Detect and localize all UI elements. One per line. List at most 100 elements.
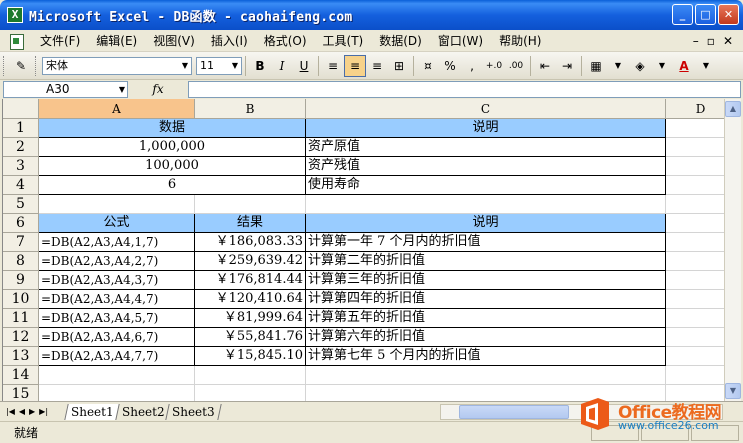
menu-insert[interactable]: 插入(I) xyxy=(203,31,256,51)
desc-cell[interactable]: 计算第五年的折旧值 xyxy=(306,309,666,328)
empty-cell[interactable] xyxy=(306,195,666,214)
result-cell[interactable]: ￥176,814.44 xyxy=(195,271,306,290)
table1-desc-cell[interactable]: 使用寿命 xyxy=(306,176,666,195)
borders-icon[interactable]: ▦ xyxy=(585,55,607,77)
decrease-decimal-button[interactable]: .00 xyxy=(505,55,527,77)
fx-icon[interactable]: fx xyxy=(128,82,188,96)
maximize-button[interactable]: □ xyxy=(695,4,716,25)
increase-decimal-button[interactable]: +.0 xyxy=(483,55,505,77)
empty-cell[interactable] xyxy=(195,366,306,385)
first-sheet-icon[interactable]: |◀ xyxy=(6,407,15,416)
desc-cell[interactable]: 计算第三年的折旧值 xyxy=(306,271,666,290)
result-cell[interactable]: ￥15,845.10 xyxy=(195,347,306,366)
formula-cell[interactable]: =DB(A2,A3,A4,3,7) xyxy=(39,271,195,290)
formula-cell[interactable]: =DB(A2,A3,A4,6,7) xyxy=(39,328,195,347)
sheet-tab-2[interactable]: Sheet2 xyxy=(114,403,171,420)
select-all-corner[interactable] xyxy=(3,99,39,119)
menu-edit[interactable]: 编辑(E) xyxy=(88,31,145,51)
desc-cell[interactable]: 计算第六年的折旧值 xyxy=(306,328,666,347)
menu-format[interactable]: 格式(O) xyxy=(256,31,315,51)
vertical-scrollbar[interactable]: ▲ ▼ xyxy=(724,99,741,401)
table1-header-data[interactable]: 数据 xyxy=(39,119,306,138)
name-box[interactable]: A30 ▼ xyxy=(3,80,128,98)
menu-view[interactable]: 视图(V) xyxy=(145,31,203,51)
result-cell[interactable]: ￥120,410.64 xyxy=(195,290,306,309)
row-header[interactable]: 15 xyxy=(3,385,39,401)
empty-cell[interactable] xyxy=(666,233,724,252)
row-header[interactable]: 13 xyxy=(3,347,39,366)
toolbar-grip-2[interactable] xyxy=(35,55,39,76)
percent-button[interactable]: % xyxy=(439,55,461,77)
minimize-button[interactable]: _ xyxy=(672,4,693,25)
desc-cell[interactable]: 计算第一年 7 个月内的折旧值 xyxy=(306,233,666,252)
empty-cell[interactable] xyxy=(195,385,306,401)
bold-button[interactable]: B xyxy=(249,55,271,77)
font-name-select[interactable]: 宋体 ▼ xyxy=(42,56,192,75)
formula-cell[interactable]: =DB(A2,A3,A4,2,7) xyxy=(39,252,195,271)
result-cell[interactable]: ￥259,639.42 xyxy=(195,252,306,271)
comma-button[interactable]: , xyxy=(461,55,483,77)
menu-data[interactable]: 数据(D) xyxy=(371,31,430,51)
menu-help[interactable]: 帮助(H) xyxy=(491,31,549,51)
empty-cell[interactable] xyxy=(666,214,724,233)
empty-cell[interactable] xyxy=(666,309,724,328)
table2-header-desc[interactable]: 说明 xyxy=(306,214,666,233)
formula-cell[interactable]: =DB(A2,A3,A4,4,7) xyxy=(39,290,195,309)
row-header[interactable]: 12 xyxy=(3,328,39,347)
desc-cell[interactable]: 计算第四年的折旧值 xyxy=(306,290,666,309)
sheet-tab-3[interactable]: Sheet3 xyxy=(165,403,222,420)
empty-cell[interactable] xyxy=(39,385,195,401)
row-header[interactable]: 8 xyxy=(3,252,39,271)
align-left-button[interactable]: ≡ xyxy=(322,55,344,77)
table2-header-result[interactable]: 结果 xyxy=(195,214,306,233)
empty-cell[interactable] xyxy=(306,366,666,385)
merge-center-button[interactable]: ⊞ xyxy=(388,55,410,77)
next-sheet-icon[interactable]: ▶ xyxy=(29,407,35,416)
table2-header-formula[interactable]: 公式 xyxy=(39,214,195,233)
font-color-dropdown-icon[interactable]: ▼ xyxy=(695,55,717,77)
column-header-d[interactable]: D xyxy=(666,99,724,119)
result-cell[interactable]: ￥81,999.64 xyxy=(195,309,306,328)
prev-sheet-icon[interactable]: ◀ xyxy=(19,407,25,416)
table1-value-cell[interactable]: 6 xyxy=(39,176,306,195)
format-painter-icon[interactable]: ✎ xyxy=(10,55,32,77)
desc-cell[interactable]: 计算第二年的折旧值 xyxy=(306,252,666,271)
decrease-indent-button[interactable]: ⇤ xyxy=(534,55,556,77)
row-header[interactable]: 6 xyxy=(3,214,39,233)
close-button[interactable]: ✕ xyxy=(718,4,739,25)
desc-cell[interactable]: 计算第七年 5 个月内的折旧值 xyxy=(306,347,666,366)
doc-close-button[interactable]: ✕ xyxy=(723,30,733,52)
row-header[interactable]: 4 xyxy=(3,176,39,195)
table1-value-cell[interactable]: 1,000,000 xyxy=(39,138,306,157)
empty-cell[interactable] xyxy=(39,366,195,385)
formula-cell[interactable]: =DB(A2,A3,A4,7,7) xyxy=(39,347,195,366)
empty-cell[interactable] xyxy=(195,195,306,214)
fill-color-dropdown-icon[interactable]: ▼ xyxy=(651,55,673,77)
font-size-select[interactable]: 11 ▼ xyxy=(196,56,242,75)
empty-cell[interactable] xyxy=(39,195,195,214)
currency-button[interactable]: ¤ xyxy=(417,55,439,77)
doc-minimize-button[interactable]: – xyxy=(693,30,699,52)
fill-color-icon[interactable]: ◈ xyxy=(629,55,651,77)
formula-cell[interactable]: =DB(A2,A3,A4,5,7) xyxy=(39,309,195,328)
empty-cell[interactable] xyxy=(666,328,724,347)
scroll-up-icon[interactable]: ▲ xyxy=(725,101,741,117)
result-cell[interactable]: ￥186,083.33 xyxy=(195,233,306,252)
empty-cell[interactable] xyxy=(666,119,724,138)
table1-value-cell[interactable]: 100,000 xyxy=(39,157,306,176)
result-cell[interactable]: ￥55,841.76 xyxy=(195,328,306,347)
underline-button[interactable]: U xyxy=(293,55,315,77)
worksheet-grid[interactable]: A B C D 1 2 3 4 5 6 7 8 9 10 11 12 13 14… xyxy=(2,99,724,401)
formula-input[interactable] xyxy=(188,80,741,98)
row-header[interactable]: 14 xyxy=(3,366,39,385)
toolbar-grip[interactable] xyxy=(3,55,7,76)
row-header[interactable]: 3 xyxy=(3,157,39,176)
excel-app-icon[interactable]: X xyxy=(7,7,23,23)
table1-header-desc[interactable]: 说明 xyxy=(306,119,666,138)
column-header-c[interactable]: C xyxy=(306,99,666,119)
row-header[interactable]: 5 xyxy=(3,195,39,214)
italic-button[interactable]: I xyxy=(271,55,293,77)
empty-cell[interactable] xyxy=(666,347,724,366)
menu-tools[interactable]: 工具(T) xyxy=(315,31,372,51)
row-header[interactable]: 2 xyxy=(3,138,39,157)
